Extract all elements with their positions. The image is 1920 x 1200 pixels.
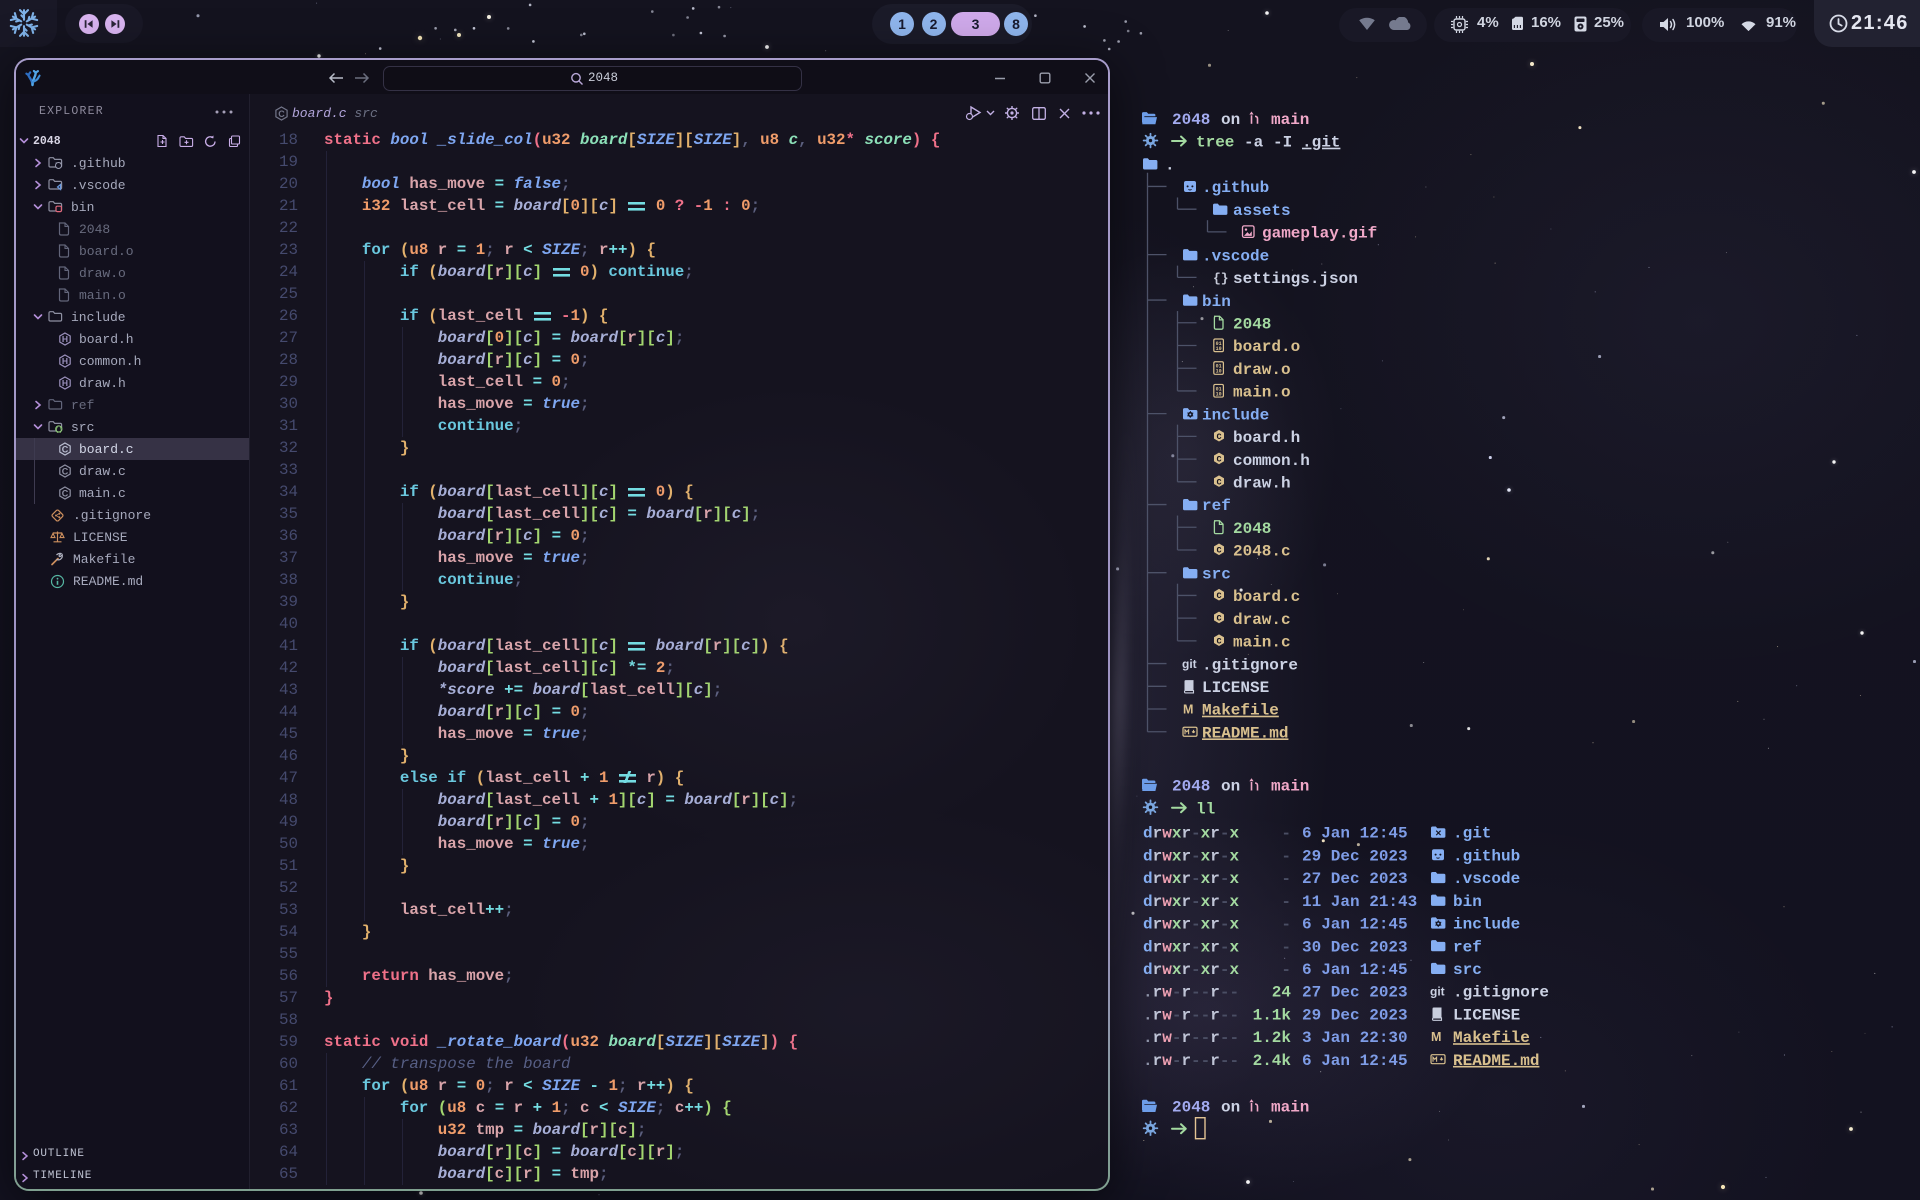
svg-text:.vscode: .vscode	[1202, 247, 1269, 265]
svg-text:LICENSE: LICENSE	[1202, 679, 1269, 697]
svg-text:.github: .github	[1202, 179, 1269, 197]
svg-text:24: 24	[1272, 984, 1292, 1002]
svg-text:README.md: README.md	[1453, 1052, 1539, 1070]
svg-text:.vscode: .vscode	[1453, 870, 1520, 888]
svg-text:29 Dec 2023: 29 Dec 2023	[1302, 847, 1408, 865]
svg-text:include: include	[1202, 406, 1269, 424]
svg-text:ref: ref	[1202, 497, 1231, 515]
svg-text:C: C	[1216, 591, 1221, 601]
svg-text:ll: ll	[1196, 800, 1215, 818]
svg-text:drwxr-xr-x: drwxr-xr-x	[1143, 916, 1239, 934]
svg-text:-: -	[1281, 961, 1291, 979]
svg-text:-: -	[1281, 916, 1291, 934]
svg-text:6 Jan 12:45: 6 Jan 12:45	[1302, 825, 1408, 843]
svg-text:C: C	[1216, 477, 1221, 487]
svg-text:bin: bin	[1202, 293, 1231, 311]
svg-text:settings.json: settings.json	[1233, 270, 1358, 288]
svg-text:drwxr-xr-x: drwxr-xr-x	[1143, 870, 1239, 888]
svg-text:board.c: board.c	[1233, 588, 1300, 606]
svg-text:2048onmain: 2048onmain	[1172, 111, 1309, 129]
svg-text:C: C	[1216, 636, 1221, 646]
svg-text:draw.c: draw.c	[1233, 611, 1291, 629]
svg-text:drwxr-xr-x: drwxr-xr-x	[1143, 961, 1239, 979]
svg-text:bin: bin	[1453, 893, 1482, 911]
svg-text:main.c: main.c	[1233, 634, 1291, 652]
svg-text:.github: .github	[1453, 847, 1520, 865]
svg-text:6 Jan 12:45: 6 Jan 12:45	[1302, 961, 1408, 979]
svg-text:-: -	[1281, 893, 1291, 911]
svg-text:drwxr-xr-x: drwxr-xr-x	[1143, 938, 1239, 956]
svg-text:6 Jan 12:45: 6 Jan 12:45	[1302, 916, 1408, 934]
svg-text:tree-a-I.git: tree-a-I.git	[1196, 134, 1340, 152]
svg-text:.: .	[1165, 156, 1175, 174]
svg-text:30 Dec 2023: 30 Dec 2023	[1302, 938, 1408, 956]
svg-text:10: 10	[1216, 369, 1222, 375]
svg-text:README.md: README.md	[1202, 724, 1288, 742]
svg-text:include: include	[1453, 916, 1520, 934]
svg-text:29 Dec 2023: 29 Dec 2023	[1302, 1007, 1408, 1025]
svg-text:M: M	[1183, 703, 1193, 717]
svg-text:.rw-r--r--: .rw-r--r--	[1143, 1007, 1239, 1025]
svg-text:.gitignore: .gitignore	[1453, 984, 1549, 1002]
svg-text:LICENSE: LICENSE	[1453, 1007, 1520, 1025]
svg-text:2048onmain: 2048onmain	[1172, 1099, 1309, 1117]
svg-text:10: 10	[1216, 391, 1222, 397]
svg-text:-: -	[1281, 938, 1291, 956]
svg-text:.rw-r--r--: .rw-r--r--	[1143, 1052, 1239, 1070]
svg-text:2048: 2048	[1233, 520, 1271, 538]
svg-text:27 Dec 2023: 27 Dec 2023	[1302, 870, 1408, 888]
svg-text:src: src	[1202, 565, 1231, 583]
svg-text:.git: .git	[1453, 825, 1491, 843]
svg-text:C: C	[1216, 432, 1221, 442]
svg-text:27 Dec 2023: 27 Dec 2023	[1302, 984, 1408, 1002]
svg-text:common.h: common.h	[1233, 452, 1310, 470]
svg-text:drwxr-xr-x: drwxr-xr-x	[1143, 893, 1239, 911]
svg-text:1.2k: 1.2k	[1253, 1029, 1292, 1047]
svg-text:6 Jan 12:45: 6 Jan 12:45	[1302, 1052, 1408, 1070]
svg-text:-: -	[1281, 825, 1291, 843]
svg-text:ref: ref	[1453, 938, 1482, 956]
svg-text:M: M	[1431, 1030, 1441, 1044]
svg-text:draw.o: draw.o	[1233, 361, 1291, 379]
svg-text:-: -	[1281, 847, 1291, 865]
svg-text:2048: 2048	[1233, 316, 1271, 334]
svg-text:3 Jan 22:30: 3 Jan 22:30	[1302, 1029, 1408, 1047]
svg-text:-: -	[1281, 870, 1291, 888]
svg-text:10: 10	[1216, 346, 1222, 352]
svg-text:gameplay.gif: gameplay.gif	[1262, 225, 1377, 243]
svg-text:2048onmain: 2048onmain	[1172, 778, 1309, 796]
svg-text:C: C	[1216, 455, 1221, 465]
svg-text:drwxr-xr-x: drwxr-xr-x	[1143, 847, 1239, 865]
svg-text:git: git	[1182, 657, 1197, 671]
svg-text:board.o: board.o	[1233, 338, 1300, 356]
svg-text:1.1k: 1.1k	[1253, 1007, 1292, 1025]
svg-text:2.4k: 2.4k	[1253, 1052, 1292, 1070]
svg-text:11 Jan 21:43: 11 Jan 21:43	[1302, 893, 1417, 911]
svg-text:.rw-r--r--: .rw-r--r--	[1143, 984, 1239, 1002]
svg-text:.rw-r--r--: .rw-r--r--	[1143, 1029, 1239, 1047]
svg-text:git: git	[1430, 985, 1445, 999]
svg-text:C: C	[1216, 614, 1221, 624]
svg-text:draw.h: draw.h	[1233, 475, 1291, 493]
svg-text:Makefile: Makefile	[1453, 1029, 1530, 1047]
svg-text:main.o: main.o	[1233, 384, 1291, 402]
svg-text:2048.c: 2048.c	[1233, 543, 1291, 561]
svg-text:src: src	[1453, 961, 1482, 979]
svg-text:{}: {}	[1213, 271, 1229, 286]
svg-text:assets: assets	[1233, 202, 1291, 220]
svg-text:board.h: board.h	[1233, 429, 1300, 447]
svg-text:.gitignore: .gitignore	[1202, 656, 1298, 674]
svg-text:Makefile: Makefile	[1202, 702, 1279, 720]
svg-text:C: C	[1216, 545, 1221, 555]
svg-text:drwxr-xr-x: drwxr-xr-x	[1143, 825, 1239, 843]
